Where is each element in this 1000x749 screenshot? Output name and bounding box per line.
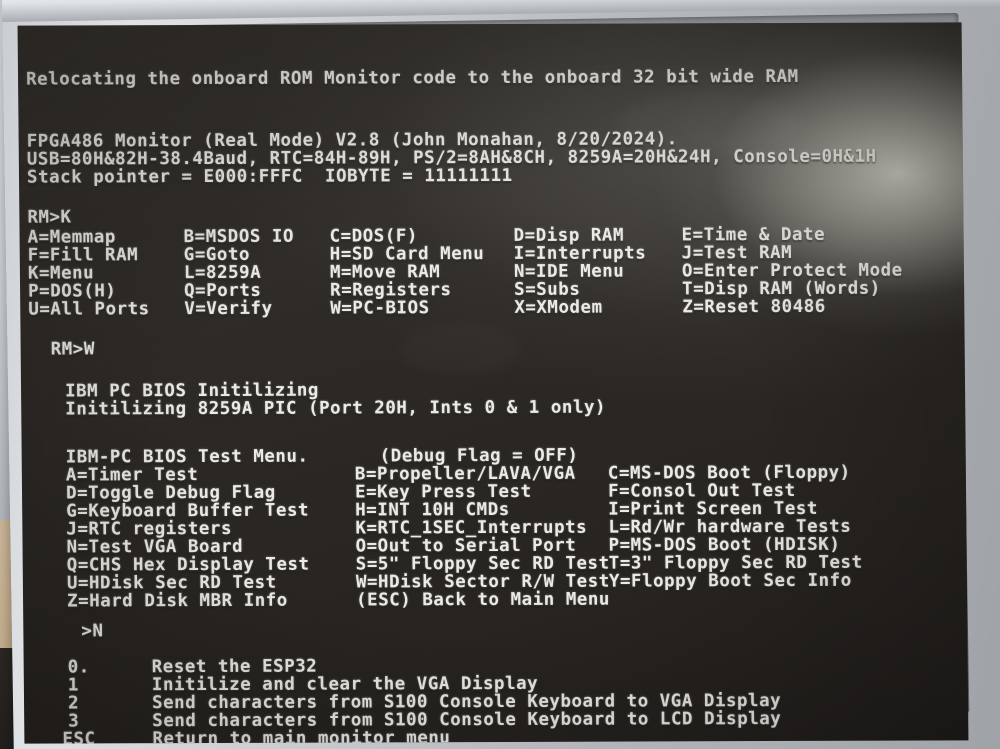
main-menu-item-s[interactable]: S=Subs (514, 280, 580, 300)
sub-menu-key-3: 3 (68, 711, 80, 732)
main-menu-item-q[interactable]: Q=Ports (184, 281, 261, 301)
bios-menu-item-d[interactable]: D=Toggle Debug Flag (66, 483, 276, 504)
main-menu-item-d[interactable]: D=Disp RAM (513, 226, 624, 246)
main-menu-item-b[interactable]: B=MSDOS IO (183, 227, 294, 247)
main-menu-item-u[interactable]: U=All Ports (28, 299, 150, 319)
main-menu-item-w[interactable]: W=PC-BIOS (330, 298, 430, 318)
main-menu-item-n[interactable]: N=IDE Menu (514, 262, 625, 282)
sub-menu-key-2: 2 (67, 693, 80, 714)
bios-menu-item-e[interactable]: E=Key Press Test (355, 482, 532, 503)
bios-menu-item-y[interactable]: Y=Floppy Boot Sec Info (609, 571, 852, 592)
banner-line-2: Stack pointer = E000:FFFC IOBYTE = 11111… (26, 165, 513, 188)
bios-menu-item-c[interactable]: C=MS-DOS Boot (Floppy) (608, 463, 851, 484)
main-menu-item-l[interactable]: L=8259A (184, 263, 261, 283)
main-menu-item-a[interactable]: A=Memmap (27, 227, 115, 247)
main-menu-item-e[interactable]: E=Time & Date (681, 225, 825, 245)
main-menu-item-x[interactable]: X=XModem (514, 298, 602, 318)
bios-menu-item-n[interactable]: N=Test VGA Board (66, 537, 243, 558)
main-menu-item-f[interactable]: F=Fill RAM (28, 245, 139, 265)
main-menu-item-r[interactable]: R=Registers (330, 280, 452, 300)
sub-menu-key-0: 0. (67, 657, 90, 678)
main-menu-item-z[interactable]: Z=Reset 80486 (682, 297, 826, 317)
bios-prompt: RM>W (50, 339, 95, 360)
sub-menu-key-1: 1 (67, 675, 80, 696)
main-menu-prompt: RM>K (27, 207, 72, 228)
main-menu-item-c[interactable]: C=DOS(F) (329, 226, 417, 246)
main-menu-item-k[interactable]: K=Menu (28, 263, 94, 283)
main-menu-item-t[interactable]: T=Disp RAM (Words) (682, 279, 881, 300)
bios-menu-item-h[interactable]: H=INT 10H CMDs (355, 500, 510, 521)
main-menu-item-i[interactable]: I=Interrupts (514, 243, 647, 263)
main-menu-item-g[interactable]: G=Goto (184, 245, 250, 265)
bios-debug-flag-status: (Debug Flag = OFF) (379, 445, 579, 467)
terminal-text-layer: Relocating the onboard ROM Monitor code … (18, 22, 969, 744)
bios-menu-item-z[interactable]: Z=Hard Disk MBR Info (67, 591, 288, 612)
bios-menu-title: IBM-PC BIOS Test Menu. (65, 446, 309, 468)
main-menu-item-m[interactable]: M=Move RAM (330, 262, 441, 282)
main-menu-item-p[interactable]: P=DOS(H) (28, 281, 116, 301)
bios-menu-item-g[interactable]: G=Keyboard Buffer Test (66, 501, 309, 522)
photograph-of-monitor: Professional Relocating the onboard ROM … (0, 0, 1000, 749)
bios-menu-item-f[interactable]: F=Consol Out Test (608, 481, 796, 502)
sub-menu-label-3[interactable]: Send characters from S100 Console Keyboa… (152, 709, 781, 731)
main-menu-item-v[interactable]: V=Verify (184, 299, 272, 319)
sub-menu-key-esc: ESC (62, 729, 96, 744)
bios-menu-item-u[interactable]: U=HDisk Sec RD Test (67, 573, 277, 594)
main-menu-item-j[interactable]: J=Test RAM (682, 243, 793, 263)
sub-menu-prompt: >N (81, 621, 104, 642)
bios-init-line-1: Initilizing 8259A PIC (Port 20H, Ints 0 … (65, 397, 607, 420)
bios-menu-item-b[interactable]: B=Propeller/LAVA/VGA (355, 464, 576, 485)
sub-menu-label-esc[interactable]: Return to main monitor menu (152, 728, 450, 743)
monitor-screen: Relocating the onboard ROM Monitor code … (17, 22, 969, 744)
bios-menu-item-esc-back[interactable]: (ESC) Back to Main Menu (356, 590, 610, 611)
main-menu-item-h[interactable]: H=SD Card Menu (330, 244, 485, 265)
bios-menu-item-j[interactable]: J=RTC registers (66, 519, 232, 540)
boot-message-line: Relocating the onboard ROM Monitor code … (25, 66, 799, 90)
bios-menu-item-i[interactable]: I=Print Screen Test (608, 499, 818, 520)
sub-menu-label-0[interactable]: Reset the ESP32 (152, 657, 318, 678)
bios-menu-item-a[interactable]: A=Timer Test (66, 465, 199, 485)
